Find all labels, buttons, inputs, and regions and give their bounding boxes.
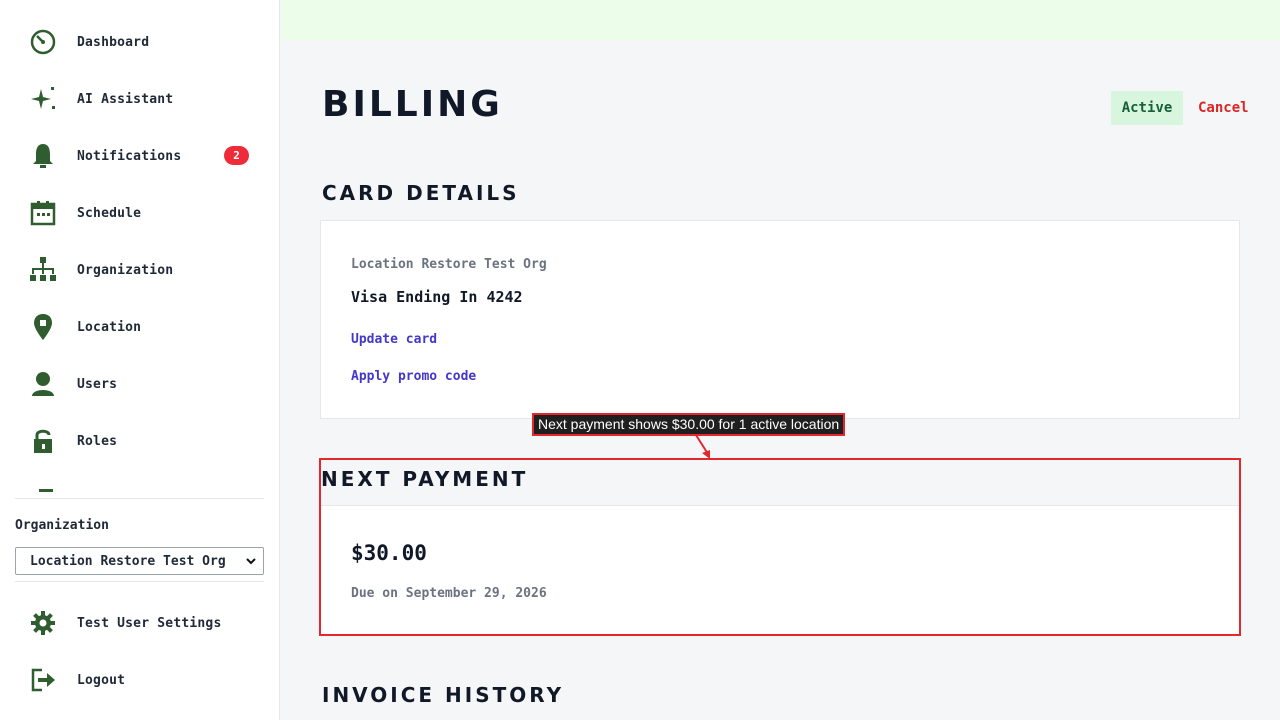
annotation-callout: Next payment shows $30.00 for 1 active l… bbox=[532, 413, 846, 436]
sidebar-item-label: Test User Settings bbox=[77, 615, 222, 631]
sidebar-item-dashboard[interactable]: Dashboard bbox=[28, 24, 264, 60]
sidebar-item-ai-assistant[interactable]: AI Assistant bbox=[28, 81, 264, 117]
sidebar-item-roles[interactable]: Roles bbox=[28, 423, 264, 459]
next-payment-panel: NEXT PAYMENT $30.00 Due on September 29,… bbox=[319, 458, 1241, 636]
card-details-panel: Location Restore Test Org Visa Ending In… bbox=[320, 220, 1240, 419]
sidebar-item-label: Users bbox=[77, 376, 118, 392]
sidebar: Dashboard AI Assistant Notifications 2 S… bbox=[0, 0, 280, 720]
next-payment-header: NEXT PAYMENT bbox=[321, 460, 1239, 506]
partial-nav-icon bbox=[33, 486, 59, 492]
dashboard-icon bbox=[28, 27, 64, 57]
organization-select-value: Location Restore Test Org bbox=[30, 553, 226, 569]
sidebar-item-label: AI Assistant bbox=[77, 91, 174, 107]
update-card-link[interactable]: Update card bbox=[351, 332, 437, 347]
next-payment-amount: $30.00 bbox=[351, 541, 427, 565]
lock-icon bbox=[28, 426, 64, 456]
logout-icon bbox=[28, 665, 64, 695]
calendar-icon bbox=[28, 198, 64, 228]
sidebar-item-settings[interactable]: Test User Settings bbox=[28, 605, 264, 641]
sidebar-item-organization[interactable]: Organization bbox=[28, 252, 264, 288]
invoice-history-heading: INVOICE HISTORY bbox=[322, 683, 565, 707]
sidebar-divider bbox=[15, 498, 264, 499]
notification-count-badge: 2 bbox=[224, 146, 249, 165]
card-org-name: Location Restore Test Org bbox=[351, 257, 547, 272]
sidebar-item-users[interactable]: Users bbox=[28, 366, 264, 402]
next-payment-due-date: Due on September 29, 2026 bbox=[351, 586, 547, 601]
sparkle-icon bbox=[28, 84, 64, 114]
sidebar-item-label: Dashboard bbox=[77, 34, 150, 50]
next-payment-heading: NEXT PAYMENT bbox=[321, 467, 529, 491]
sidebar-item-notifications[interactable]: Notifications 2 bbox=[28, 138, 264, 174]
sidebar-item-schedule[interactable]: Schedule bbox=[28, 195, 264, 231]
sidebar-item-label: Schedule bbox=[77, 205, 142, 221]
sidebar-item-label: Location bbox=[77, 319, 142, 335]
sidebar-item-label: Organization bbox=[77, 262, 174, 278]
top-banner bbox=[281, 0, 1280, 40]
location-pin-icon bbox=[28, 312, 64, 342]
sidebar-item-label: Roles bbox=[77, 433, 118, 449]
cancel-subscription-button[interactable]: Cancel bbox=[1198, 100, 1249, 116]
organization-select[interactable]: Location Restore Test Org bbox=[15, 547, 264, 575]
card-description: Visa Ending In 4242 bbox=[351, 288, 523, 306]
sidebar-divider bbox=[15, 581, 264, 582]
user-icon bbox=[28, 369, 64, 399]
sidebar-item-location[interactable]: Location bbox=[28, 309, 264, 345]
organization-label: Organization bbox=[15, 518, 109, 533]
apply-promo-code-link[interactable]: Apply promo code bbox=[351, 369, 476, 384]
next-payment-body: $30.00 Due on September 29, 2026 bbox=[321, 506, 1239, 634]
card-details-heading: CARD DETAILS bbox=[322, 181, 520, 205]
gear-icon bbox=[28, 608, 64, 638]
annotation-arrow bbox=[695, 434, 710, 459]
sidebar-item-label: Notifications bbox=[77, 148, 182, 164]
sidebar-item-label: Logout bbox=[77, 672, 126, 688]
sidebar-item-logout[interactable]: Logout bbox=[28, 662, 264, 698]
page-title: BILLING bbox=[322, 84, 503, 125]
org-chart-icon bbox=[28, 255, 64, 285]
chevron-down-icon bbox=[246, 558, 256, 565]
status-badge: Active bbox=[1111, 91, 1183, 125]
bell-icon bbox=[28, 141, 64, 171]
